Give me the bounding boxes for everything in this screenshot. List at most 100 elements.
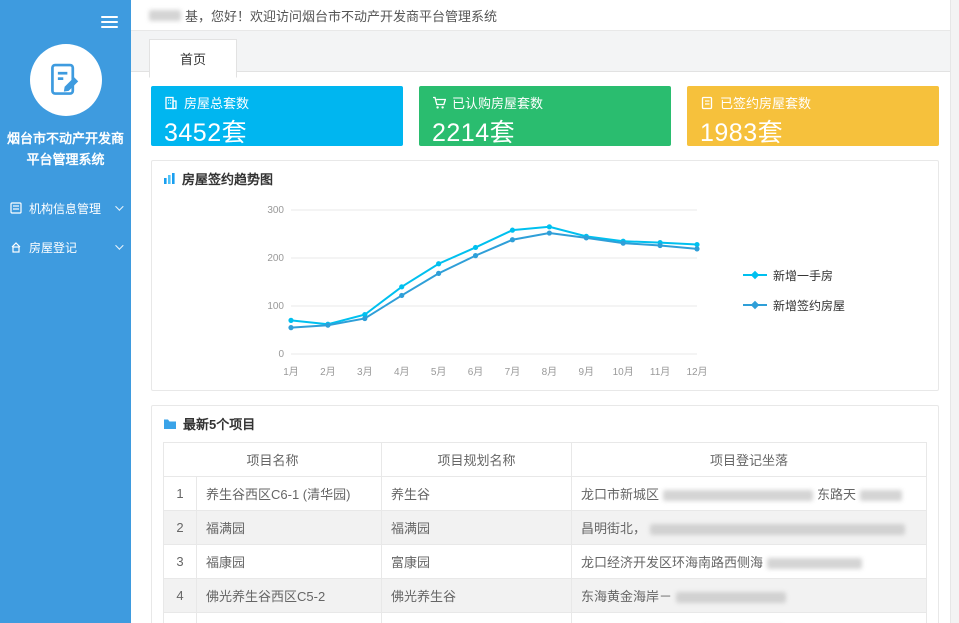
stat-value: 3452套 [164,119,248,147]
panel-header: 最新5个项目 [152,406,938,441]
sidebar-item-house-register[interactable]: 房屋登记 [0,228,131,267]
panel-header: 房屋签约趋势图 [152,161,938,196]
legend-item[interactable]: 新增签约房屋 [742,297,845,314]
table-row[interactable]: 3 福康园 富康园 龙口经济开发区环海南路西侧海 [163,544,927,579]
tab-home[interactable]: 首页 [149,39,238,78]
chart-body: 0 100 200 300 1月 2月 3月 4月 5月 6月 7月 8月 9月 10月 11月 12月 新增… [152,196,938,390]
system-title: 烟台市不动产开发商平台管理系统 [7,131,125,168]
sidebar-item-label: 房屋登记 [29,240,78,255]
svg-text:1月: 1月 [283,366,299,378]
svg-text:11月: 11月 [650,366,670,378]
cell-plan-name: 富康园 [381,544,573,579]
row-index: 5 [163,612,197,623]
sidebar-menu: 机构信息管理 房屋登记 [0,189,131,267]
trend-chart-panel: 房屋签约趋势图 0 100 200 300 1月 2月 3月 4月 5月 6月 7月 8月 9月 10月 1… [151,160,939,391]
menu-toggle-icon[interactable] [101,13,118,31]
panel-title: 房屋签约趋势图 [182,172,274,187]
svg-text:4月: 4月 [394,366,410,378]
table-row[interactable]: 2 福满园 福满园 昌明街北， [163,510,927,545]
redacted-username [149,9,181,21]
table-row[interactable]: 4 佛光养生谷西区C5-2 佛光养生谷 东海黄金海岸－ [163,578,927,613]
document-pen-icon [50,63,78,95]
cell-location: 东海黄金海岸－ [571,578,927,613]
contract-icon [701,96,713,109]
col-header-plan-name: 项目规划名称 [381,442,573,477]
col-header-project-name: 项目名称 [162,442,383,477]
cell-plan-name: 养生谷 [381,476,573,511]
legend-label: 新增一手房 [772,268,833,283]
table-row[interactable]: 5佛光花园5#公馆二期佛光花园新嘉街道炉后王家村 [163,612,927,623]
row-index: 4 [163,578,197,613]
svg-text:9月: 9月 [578,366,594,378]
redacted-text [767,558,863,570]
sidebar-item-label: 机构信息管理 [29,201,102,216]
location-text: 龙口市新城区 [581,487,660,502]
app-window: 烟台市不动产开发商平台管理系统 机构信息管理 房屋登记 基 ，您好！欢迎访问烟台… [0,0,959,623]
sidebar-item-org-info[interactable]: 机构信息管理 [0,189,131,228]
svg-text:200: 200 [267,253,284,264]
legend-item[interactable]: 新增一手房 [742,267,845,284]
location-text: 东海黄金海岸－ [581,589,673,604]
svg-text:0: 0 [278,349,284,360]
location-text: 东路天 [817,487,857,502]
building-icon [165,96,177,109]
svg-text:7月: 7月 [505,366,521,378]
cell-project-name: 养生谷西区C6-1 (清华园) [195,476,383,511]
stat-label: 房屋总套数 [184,96,250,111]
stat-card-total-houses: 房屋总套数 3452套 [151,86,403,147]
legend-marker-icon [742,270,767,280]
table-row[interactable]: 1 养生谷西区C6-1 (清华园) 养生谷 龙口市新城区 东路天 [163,476,927,511]
stat-label: 已签约房屋套数 [720,96,812,111]
col-header-location: 项目登记坐落 [571,442,927,477]
cell-project-name: 佛光花园5#公馆二期 [195,612,383,623]
svg-text:2月: 2月 [320,366,336,378]
top-greeting-bar: 基，您好！欢迎访问烟台市不动产开发商平台管理系统 [131,0,959,31]
chart-legend: 新增一手房新增签约房屋 [742,267,845,314]
svg-text:5月: 5月 [431,366,447,378]
chevron-down-icon [115,202,124,212]
scrollbar[interactable] [950,0,959,623]
cart-icon [433,96,446,109]
folder-icon [164,419,176,429]
bar-chart-icon [164,173,175,184]
sidebar: 烟台市不动产开发商平台管理系统 机构信息管理 房屋登记 [0,0,131,623]
redacted-text [676,592,787,604]
location-text: 龙口经济开发区环海南路西侧海 [581,555,764,570]
tab-bar: 首页 [131,31,959,78]
row-index: 1 [163,476,197,511]
org-info-icon [10,202,22,214]
cell-plan-name: 福满园 [381,510,573,545]
svg-text:12月: 12月 [686,366,707,378]
svg-text:6月: 6月 [468,366,484,378]
legend-marker-icon [742,300,767,310]
cell-location: 龙口经济开发区环海南路西侧海 [571,544,927,579]
cell-project-name: 佛光养生谷西区C5-2 [195,578,383,613]
cell-project-name: 福康园 [195,544,383,579]
latest-projects-panel: 最新5个项目 项目名称 项目规划名称 项目登记坐落 1 养生谷西区C6-1 (清华… [151,405,939,623]
greeting-name: 基 [185,8,199,24]
row-index: 2 [163,510,197,545]
greeting-text: ，您好！欢迎访问烟台市不动产开发商平台管理系统 [198,8,498,24]
location-text: 昌明街北， [581,521,647,536]
svg-text:8月: 8月 [542,366,558,378]
cell-location: 昌明街北， [571,510,927,545]
redacted-text [650,524,906,536]
svg-text:100: 100 [267,301,284,312]
row-index: 3 [163,544,197,579]
cell-plan-name: 佛光花园 [381,612,573,623]
stat-cards-row: 房屋总套数 3452套 已认购房屋套数 2214套 已签约房屋套数 1983套 [151,86,939,147]
stat-value: 1983套 [700,119,784,147]
projects-table: 项目名称 项目规划名称 项目登记坐落 1 养生谷西区C6-1 (清华园) 养生谷 龙口… [162,442,927,623]
main-area: 基，您好！欢迎访问烟台市不动产开发商平台管理系统 首页 房屋总套数 3452套 … [131,0,959,623]
redacted-text [860,490,903,502]
stat-card-signed-houses: 已签约房屋套数 1983套 [687,86,939,147]
stat-label: 已认购房屋套数 [452,96,544,111]
cell-location: 新嘉街道炉后王家村 [571,612,927,623]
projects-tbody: 1 养生谷西区C6-1 (清华园) 养生谷 龙口市新城区 东路天 2 福满园 福满园 昌明街北，… [163,476,927,623]
cell-project-name: 福满园 [195,510,383,545]
cell-location: 龙口市新城区 东路天 [571,476,927,511]
content-area: 房屋总套数 3452套 已认购房屋套数 2214套 已签约房屋套数 1983套 … [131,72,959,623]
stat-value: 2214套 [432,119,516,147]
stat-card-subscribed-houses: 已认购房屋套数 2214套 [419,86,671,147]
svg-text:10月: 10月 [613,366,634,378]
